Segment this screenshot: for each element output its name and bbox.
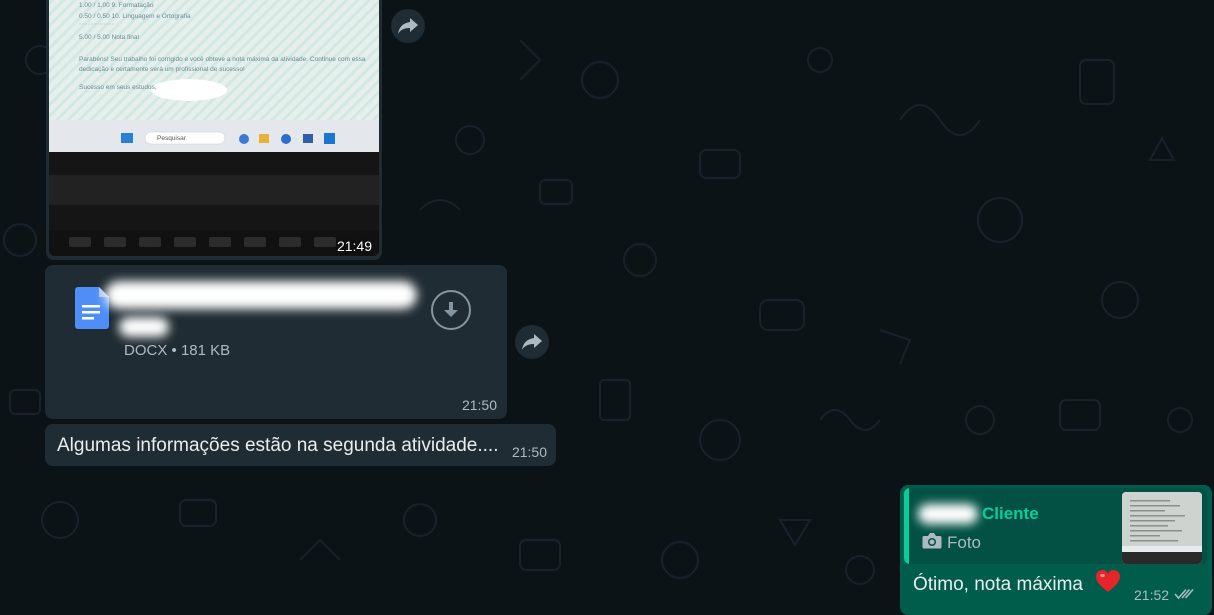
quoted-message[interactable]: Cliente Foto [904,488,1207,564]
document-type: DOCX [124,342,168,359]
photo-thumbnail[interactable]: 1.00 / 1.00 9. Formatação 0.50 / 0.50 10… [49,0,379,256]
document-size: 181 KB [180,342,231,359]
document-message[interactable]: DOCX • 181 KB 21:50 [45,265,507,419]
photo-text-line: 0.50 / 0.50 10. Linguagem e Ortografia [79,13,191,20]
download-button[interactable] [431,290,471,330]
heart-emoji [1096,570,1120,592]
outgoing-message[interactable]: Cliente Foto Ótimo, nota máxima 21:52 [900,485,1212,615]
redacted-contact-name [918,504,978,524]
message-time: 21:49 [336,238,372,254]
quote-thumbnail [1122,492,1202,564]
forward-button[interactable] [391,9,425,43]
image-message[interactable]: 1.00 / 1.00 9. Formatação 0.50 / 0.50 10… [46,0,382,260]
quote-author: Cliente [982,504,1039,523]
photo-text-line: Sucesso em seus estudos, [79,84,157,91]
download-icon [444,302,458,317]
document-icon [75,287,109,329]
photo-text-line: 1.00 / 1.00 9. Formatação [79,2,154,9]
forward-icon [522,334,542,350]
message-time: 21:50 [461,397,497,413]
message-time: 21:50 [511,444,547,460]
quote-accent-bar [904,488,909,564]
redacted-filename [119,317,169,337]
quote-media-type: Foto [947,533,982,552]
forward-button[interactable] [515,325,549,359]
redacted-filename [105,281,417,309]
camera-icon [922,533,942,549]
message-text: Algumas informações estão na segunda ati… [57,435,499,456]
photo-text-line: Parabéns! Seu trabalho foi corrigido e v… [79,56,366,63]
message-text: Ótimo, nota máxima [913,574,1083,595]
double-check-icon [1174,588,1194,600]
taskbar-search-text: Pesquisar [157,135,186,142]
text-message[interactable]: Algumas informações estão na segunda ati… [45,424,556,466]
document-meta: DOCX • 181 KB [124,342,230,359]
message-time: 21:52 [1134,587,1170,603]
photo-text-line: dedicação e certamente será um profissio… [79,66,245,73]
photo-text-line: 5.00 / 5.00 Nota final [79,34,139,41]
forward-icon [398,18,418,34]
meta-separator: • [171,342,177,359]
